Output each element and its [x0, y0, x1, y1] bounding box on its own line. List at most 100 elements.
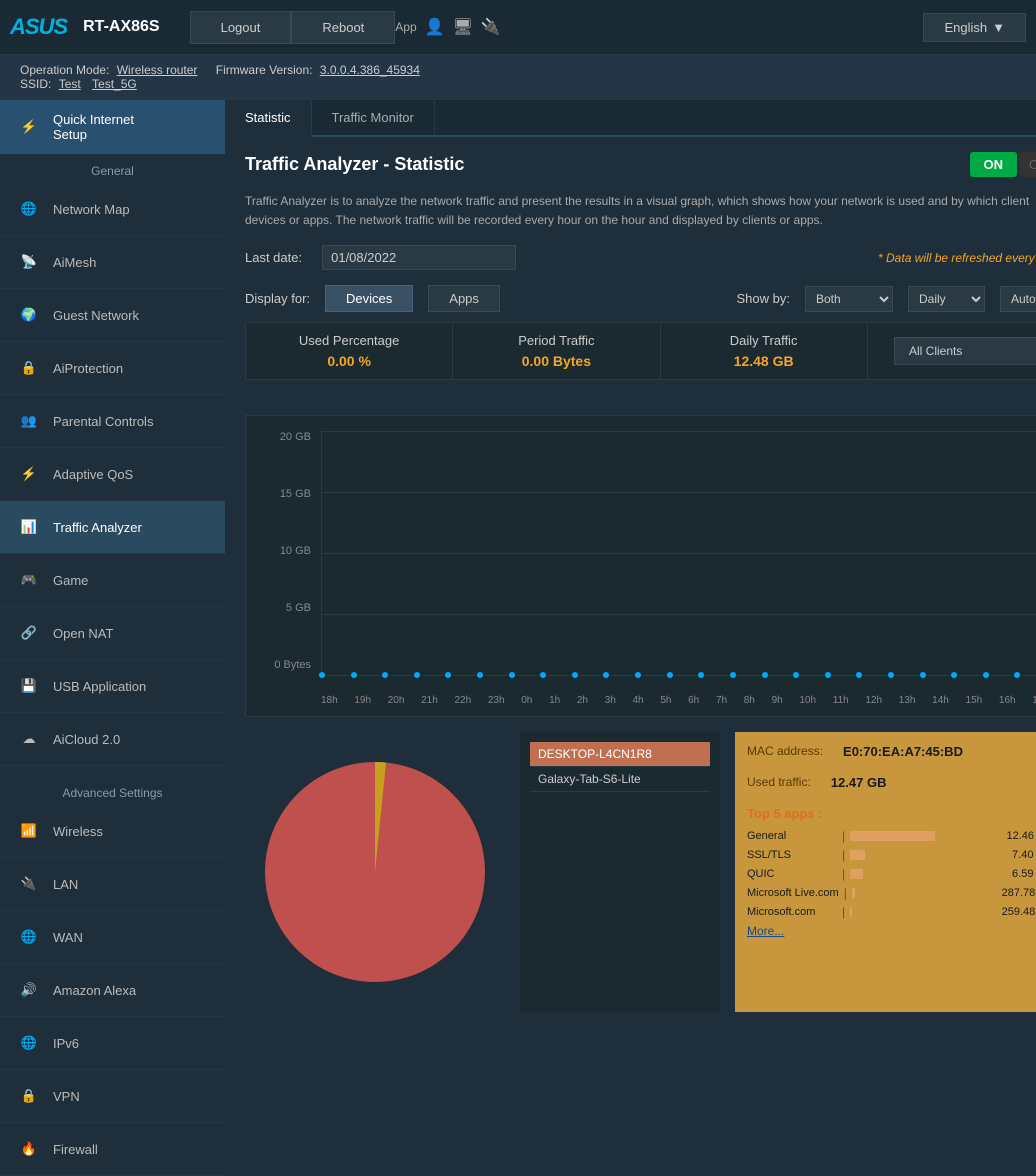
chart-dot-22h [445, 672, 451, 678]
sidebar-item-vpn[interactable]: 🔒 VPN [0, 1070, 225, 1123]
devices-button[interactable]: Devices [325, 285, 413, 312]
app-row-1: SSL/TLS | 7.40 MB [747, 848, 1036, 862]
app-size-4: 259.48 KB [1002, 906, 1036, 918]
sidebar-item-open-nat[interactable]: 🔗Open NAT [0, 607, 225, 660]
sidebar-item-guest-network[interactable]: 🌍Guest Network [0, 289, 225, 342]
apps-list: General | 12.46 GB SSL/TLS | 7.40 MB QUI… [747, 829, 1036, 919]
period-select[interactable]: Daily Weekly Monthly [908, 286, 985, 312]
sidebar-item-traffic-analyzer[interactable]: 📊Traffic Analyzer [0, 501, 225, 554]
stats-bar: Used Percentage 0.00 % Period Traffic 0.… [245, 322, 1036, 380]
show-by-select[interactable]: Both Download Upload [805, 286, 893, 312]
aiprotection-label: AiProtection [53, 361, 123, 376]
pie-chart [245, 742, 505, 1002]
app-size-3: 287.78 KB [1002, 887, 1036, 899]
scale-select[interactable]: Auto 1GB 5GB 10GB [1000, 286, 1036, 312]
sidebar-item-wan[interactable]: 🌐WAN [0, 911, 225, 964]
app-name-4: Microsoft.com [747, 906, 837, 918]
mac-value: E0:70:EA:A7:45:BD [843, 744, 963, 759]
sidebar-item-adaptive-qos[interactable]: ⚡ Adaptive QoS [0, 448, 225, 501]
chart-dot-15h [983, 672, 989, 678]
vpn-label: VPN [53, 1089, 80, 1104]
vpn-icon: 🔒 [15, 1082, 43, 1110]
ssid-2[interactable]: Test_5G [92, 77, 137, 91]
sidebar-item-aiprotection[interactable]: 🔒AiProtection [0, 342, 225, 395]
sidebar: ⚡ Quick Internet Setup General 🌐Network … [0, 100, 225, 1176]
sidebar-item-wireless[interactable]: 📶Wireless [0, 805, 225, 858]
x-label-5h: 5h [660, 695, 671, 706]
content-area: Statistic Traffic Monitor Traffic Analyz… [225, 100, 1036, 1176]
apps-button[interactable]: Apps [428, 285, 500, 312]
sidebar-item-aimesh[interactable]: 📡AiMesh [0, 236, 225, 289]
last-date-input[interactable] [322, 245, 516, 270]
adaptive-qos-icon: ⚡ [15, 460, 43, 488]
quick-setup-item[interactable]: ⚡ Quick Internet Setup [0, 100, 225, 154]
top5-label: Top 5 apps : [747, 806, 1036, 821]
used-pct-label: Used Percentage [256, 333, 442, 348]
app-row-3: Microsoft Live.com | 287.78 KB [747, 886, 1036, 900]
sidebar-item-parental-controls[interactable]: 👥Parental Controls [0, 395, 225, 448]
toggle-switch[interactable]: ON OFF [970, 152, 1036, 177]
refresh-note: * Data will be refreshed every hour. [878, 251, 1036, 265]
sidebar-item-aicloud[interactable]: ☁AiCloud 2.0 [0, 713, 225, 766]
chevron-down-icon: ▼ [992, 20, 1005, 35]
app-size-0: 12.46 GB [1007, 830, 1036, 842]
user-icon[interactable]: 👤 [425, 17, 445, 37]
x-label-23h: 23h [488, 695, 505, 706]
language-selector[interactable]: English ▼ [923, 13, 1026, 42]
chart-dot-3h [603, 672, 609, 678]
sidebar-item-game[interactable]: 🎮Game [0, 554, 225, 607]
logout-button[interactable]: Logout [190, 11, 292, 44]
panel-title-row: Traffic Analyzer - Statistic ON OFF [245, 152, 1036, 177]
app-bar-2 [850, 869, 863, 879]
reboot-button[interactable]: Reboot [291, 11, 395, 44]
x-label-2h: 2h [577, 695, 588, 706]
chart-dot-11h [856, 672, 862, 678]
chart-dot-23h [477, 672, 483, 678]
sidebar-item-amazon-alexa[interactable]: 🔊Amazon Alexa [0, 964, 225, 1017]
ssid-1[interactable]: Test [59, 77, 81, 91]
wan-label: WAN [53, 930, 83, 945]
firewall-label: Firewall [53, 1142, 98, 1157]
chart-dot-1h [540, 672, 546, 678]
controls-row: Last date: * Data will be refreshed ever… [245, 245, 1036, 270]
logo-area: ASUS RT-AX86S [0, 14, 170, 40]
used-traffic-label: Used traffic: [747, 775, 811, 795]
traffic-analyzer-label: Traffic Analyzer [53, 520, 142, 535]
x-label-8h: 8h [744, 695, 755, 706]
show-by-label: Show by: [737, 291, 790, 306]
sidebar-item-network-map[interactable]: 🌐Network Map [0, 183, 225, 236]
adaptive-qos-label: Adaptive QoS [53, 467, 133, 482]
chart-dot-19h [351, 672, 357, 678]
app-bar-3 [852, 888, 855, 898]
used-pct-cell: Used Percentage 0.00 % [246, 323, 453, 379]
quick-setup-label: Quick Internet Setup [53, 112, 134, 142]
y-label-0bytes: 0 Bytes [256, 659, 316, 671]
chart-container: 20 GB 15 GB 10 GB 5 GB 0 Bytes [245, 415, 1036, 717]
sidebar-item-lan[interactable]: 🔌LAN [0, 858, 225, 911]
detail-mac-row: MAC address: E0:70:EA:A7:45:BD [747, 744, 1036, 767]
op-mode-value: Wireless router [117, 63, 198, 77]
tab-statistic[interactable]: Statistic [225, 100, 312, 137]
legend-item-desktop[interactable]: DESKTOP-L4CN1R8 [530, 742, 710, 767]
tab-traffic-monitor[interactable]: Traffic Monitor [312, 100, 435, 135]
sidebar-item-usb-application[interactable]: 💾USB Application [0, 660, 225, 713]
chart-dot-6h [698, 672, 704, 678]
monitor-icon[interactable]: 🖥 [453, 17, 473, 37]
chart-dot-14h [951, 672, 957, 678]
x-label-22h: 22h [455, 695, 472, 706]
clients-select[interactable]: All Clients DESKTOP-L4CN1R8 Galaxy-Tab-S… [894, 337, 1036, 365]
x-label-18h: 18h [321, 695, 338, 706]
panel-description: Traffic Analyzer is to analyze the netwo… [245, 192, 1036, 230]
last-date-label: Last date: [245, 250, 302, 265]
chart-plot [321, 431, 1036, 676]
network-map-label: Network Map [53, 202, 130, 217]
sidebar-item-firewall[interactable]: 🔥Firewall [0, 1123, 225, 1176]
daily-traffic-cell: Daily Traffic 12.48 GB [661, 323, 868, 379]
language-label: English [944, 20, 987, 35]
sidebar-item-ipv6[interactable]: 🌐IPv6 [0, 1017, 225, 1070]
header-icons: App 👤 🖥 🔌 [395, 17, 501, 37]
legend-item-galaxy[interactable]: Galaxy-Tab-S6-Lite [530, 767, 710, 792]
more-link[interactable]: More... [747, 924, 1036, 938]
x-label-7h: 7h [716, 695, 727, 706]
usb-icon[interactable]: 🔌 [481, 17, 501, 37]
